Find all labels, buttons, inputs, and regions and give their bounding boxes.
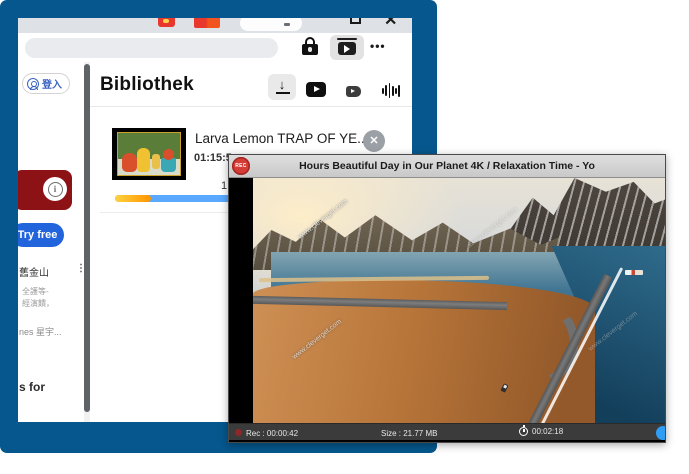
recorder-titlebar[interactable]: REC Hours Beautiful Day in Our Planet 4K… (229, 155, 665, 178)
stage: ✕ ••• 登入 i Try free 舊金山 ⋮ 全護等- 經演饋， nes … (0, 0, 689, 474)
video-thumbnail[interactable] (112, 128, 186, 180)
tab-favicon-icon[interactable] (194, 18, 220, 28)
thumbnail-image (117, 132, 181, 176)
download-item-meta: 1 (221, 180, 228, 192)
url-bar[interactable] (25, 38, 278, 58)
more-menu-icon[interactable]: ••• (370, 39, 386, 53)
recording-dot-icon (235, 429, 242, 436)
video-frame: www.cleverget.com www.cleverget.com www.… (253, 178, 665, 424)
sidebar-text: s for (19, 380, 46, 394)
download-icon: ↓ (275, 77, 289, 94)
info-button[interactable]: i (43, 177, 67, 201)
lock-icon[interactable] (301, 37, 319, 56)
sidebar-text: nes 星宇... (19, 327, 62, 337)
sidebar-text: 舊金山 (19, 268, 49, 279)
browser-tabstrip: ✕ (18, 18, 412, 33)
shore-buildings (625, 270, 643, 275)
signin-label: 登入 (42, 80, 62, 91)
maximize-icon[interactable] (350, 18, 361, 24)
downloads-tab-button[interactable]: ↓ (268, 74, 296, 100)
recorder-action-button[interactable] (656, 426, 665, 440)
youtube-icon[interactable] (306, 82, 326, 97)
download-item-title: Larva Lemon TRAP OF YE... (195, 131, 369, 146)
recorder-statusbar: Rec : 00:00:42 Size : 21.77 MB 00:02:18 (229, 423, 665, 440)
extension-button[interactable] (330, 35, 364, 60)
download-item-duration: 01:15:5 (194, 152, 232, 164)
close-icon[interactable]: ✕ (363, 130, 385, 152)
small-play-icon[interactable] (346, 86, 361, 97)
webpage-sidebar: 登入 i Try free 舊金山 ⋮ 全護等- 經演饋， nes 星宇... … (18, 62, 86, 422)
info-icon: i (47, 181, 63, 197)
signin-button[interactable]: 登入 (22, 73, 70, 94)
recorder-title: Hours Beautiful Day in Our Planet 4K / R… (299, 160, 595, 172)
progress-downloaded (115, 195, 151, 202)
video-library-icon (337, 38, 357, 55)
recorder-window: REC Hours Beautiful Day in Our Planet 4K… (228, 154, 666, 443)
divider (90, 106, 412, 107)
person-icon (27, 77, 39, 90)
browser-toolbar: ••• (18, 33, 412, 62)
pillarbox-bar (229, 178, 253, 424)
window-bottom-edge (229, 440, 665, 442)
sidebar-text: 全護等- (22, 287, 49, 296)
stopwatch-icon (519, 424, 528, 436)
recording-time-label: Rec : 00:00:42 (246, 428, 299, 438)
sidebar-text: 經演饋， (22, 299, 54, 308)
tab-favicon-icon[interactable] (158, 18, 175, 27)
browser-tab[interactable] (240, 18, 302, 31)
countdown-label: 00:02:18 (532, 426, 564, 436)
file-size-label: Size : 21.77 MB (381, 428, 438, 438)
recording-viewport: www.cleverget.com www.cleverget.com www.… (229, 178, 665, 424)
timer-group: 00:02:18 (519, 424, 564, 436)
waveform-icon[interactable] (382, 83, 400, 98)
try-free-button[interactable]: Try free (18, 223, 64, 247)
close-icon[interactable]: ✕ (384, 18, 397, 30)
panel-title: Bibliothek (100, 74, 194, 95)
